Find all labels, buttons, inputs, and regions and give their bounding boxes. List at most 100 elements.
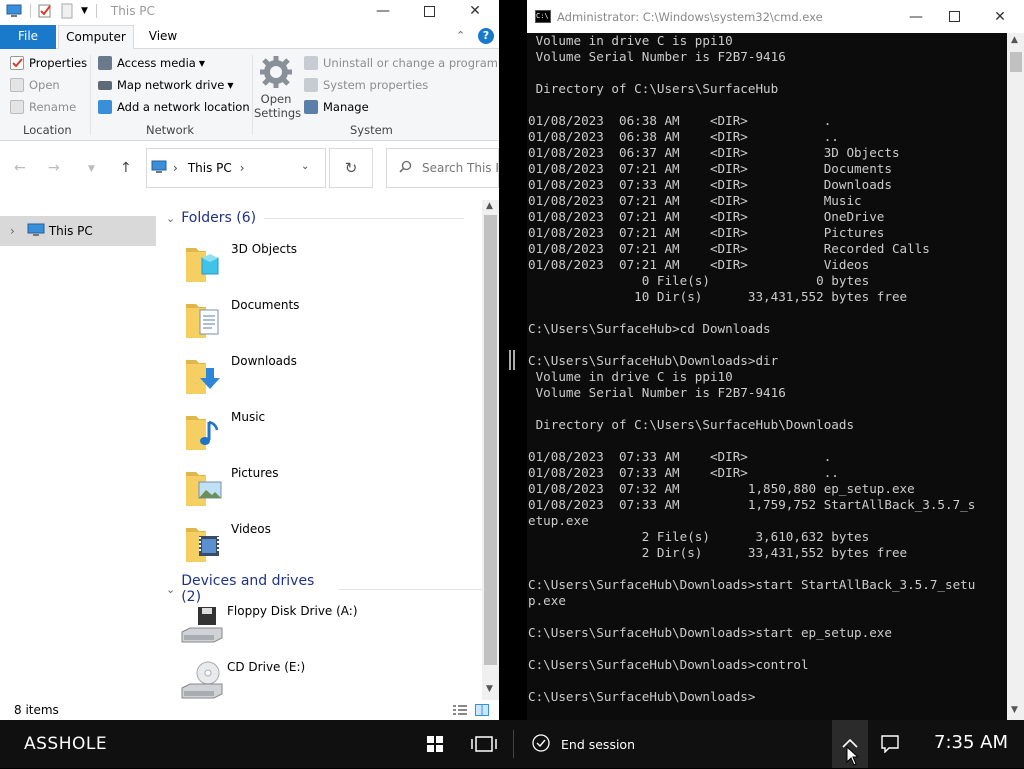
end-session-button[interactable]: End session <box>532 734 635 755</box>
start-windows-icon[interactable] <box>427 736 443 755</box>
taskbar-separator <box>513 730 514 758</box>
console-line: p.exe <box>528 593 566 608</box>
new-folder-quick-icon[interactable] <box>59 3 75 19</box>
details-view-icon[interactable] <box>452 703 468 720</box>
check-circle-icon <box>532 734 550 755</box>
forward-arrow-icon[interactable]: → <box>48 160 60 176</box>
window-title: This PC <box>110 4 155 18</box>
console-line: 01/08/2023 06:38 AM <DIR> .. <box>528 129 839 144</box>
cmd-title-bar[interactable]: C:\ Administrator: C:\Windows\system32\c… <box>527 0 1024 33</box>
group-divider <box>339 588 482 590</box>
ribbon-tabs: File Computer View ⌃ ? <box>0 25 499 50</box>
breadcrumb-location[interactable]: This PC <box>188 161 232 175</box>
split-handle-icon[interactable] <box>509 350 515 370</box>
folders-group-header[interactable]: ⌄ Folders (6) <box>166 210 465 226</box>
large-icons-view-icon[interactable] <box>474 703 490 720</box>
search-placeholder: Search This PC <box>422 161 498 175</box>
maximize-button[interactable] <box>406 0 452 22</box>
open-settings-button[interactable]: Open Settings <box>254 55 302 120</box>
scroll-down-arrow-icon[interactable]: ▼ <box>486 684 493 694</box>
tab-view[interactable]: View <box>140 25 186 49</box>
cd-drive-icon <box>180 660 223 700</box>
folder-item-music[interactable]: Music <box>184 406 464 454</box>
properties-label: Properties <box>29 56 88 70</box>
cmd-window-title: Administrator: C:\Windows\system32\cmd.e… <box>557 9 823 24</box>
uninstall-label: Uninstall or change a program <box>323 56 498 70</box>
task-view-icon[interactable] <box>471 736 497 755</box>
folder-item-videos[interactable]: Videos <box>184 518 464 566</box>
scroll-up-arrow-icon[interactable]: ▲ <box>1011 35 1018 45</box>
open-icon <box>10 78 24 92</box>
explorer-title-bar[interactable]: ▼ This PC — ✕ <box>0 0 499 22</box>
tab-file[interactable]: File <box>0 25 56 49</box>
open-settings-label-line2: Settings <box>254 106 302 120</box>
up-arrow-icon[interactable]: ↑ <box>120 160 132 176</box>
scroll-up-arrow-icon[interactable]: ▲ <box>486 201 493 211</box>
manage-button[interactable]: Manage <box>304 100 369 114</box>
back-arrow-icon[interactable]: ← <box>14 160 26 176</box>
console-line: 01/08/2023 07:33 AM 1,759,752 StartAllBa… <box>528 497 976 512</box>
add-network-location-button[interactable]: Add a network location <box>98 100 250 114</box>
search-input[interactable]: Search This PC <box>386 148 499 188</box>
folder-item-documents[interactable]: Documents <box>184 294 464 342</box>
folder-item-downloads[interactable]: Downloads <box>184 350 464 398</box>
chevron-down-icon: ⌄ <box>166 211 176 225</box>
console-line: 10 Dir(s) 33,431,552 bytes free <box>528 289 908 304</box>
nav-item-this-pc[interactable]: › This PC <box>0 216 156 246</box>
address-bar[interactable]: › This PC › ⌄ <box>146 148 326 188</box>
folder-item-3d-objects[interactable]: 3D Objects <box>184 238 464 286</box>
folder-name: Pictures <box>231 466 279 480</box>
folder-name: Documents <box>231 298 300 312</box>
media-icon <box>98 56 112 70</box>
cmd-close-button[interactable]: ✕ <box>977 0 1023 33</box>
refresh-button[interactable]: ↻ <box>329 148 373 188</box>
help-icon[interactable]: ? <box>478 28 494 44</box>
console-line: 01/08/2023 07:21 AM <DIR> Music <box>528 193 862 208</box>
folder-item-pictures[interactable]: Pictures <box>184 462 464 510</box>
rename-button[interactable]: Rename <box>10 100 76 114</box>
clock[interactable]: 7:35 AM <box>934 732 1008 753</box>
console-line: Directory of C:\Users\SurfaceHub\Downloa… <box>528 417 855 432</box>
address-dropdown-icon[interactable]: ⌄ <box>301 161 309 172</box>
uninstall-program-button[interactable]: Uninstall or change a program <box>304 56 498 70</box>
console-scrollbar-thumb[interactable] <box>1010 52 1022 72</box>
recent-locations-chevron-icon[interactable]: ▼ <box>88 164 95 174</box>
console-scrollbar[interactable]: ▲ ▼ <box>1007 33 1024 720</box>
split-divider[interactable] <box>499 0 527 720</box>
quick-access-dropdown-icon[interactable]: ▼ <box>81 6 88 16</box>
minimize-button[interactable]: — <box>360 0 406 22</box>
scrollbar-thumb[interactable] <box>484 215 497 665</box>
drive-name: Floppy Disk Drive (A:) <box>227 604 358 618</box>
console-output[interactable]: Volume in drive C is ppi10 Volume Serial… <box>527 33 1007 720</box>
folder-cube-3d-icon <box>184 242 220 282</box>
access-media-button[interactable]: Access media ▼ <box>98 56 205 70</box>
navigation-pane: › This PC <box>0 200 160 700</box>
file-explorer-window: ▼ This PC — ✕ File Computer View ⌃ ? Pro… <box>0 0 499 720</box>
close-button[interactable]: ✕ <box>452 0 498 22</box>
folder-download-arrow-icon <box>184 354 220 394</box>
access-media-label: Access media <box>117 56 196 70</box>
action-center-icon[interactable] <box>881 735 899 756</box>
ribbon-collapse-icon[interactable]: ⌃ <box>456 29 465 42</box>
open-label: Open <box>29 78 60 92</box>
network-location-icon <box>98 100 112 114</box>
system-properties-button[interactable]: System properties <box>304 78 428 92</box>
drive-item-floppy[interactable]: Floppy Disk Drive (A:) <box>180 600 460 648</box>
console-line: Volume in drive C is ppi10 <box>528 369 733 384</box>
properties-quick-icon[interactable] <box>37 3 53 19</box>
open-button[interactable]: Open <box>10 78 60 92</box>
folder-name: 3D Objects <box>231 242 298 256</box>
scroll-down-arrow-icon[interactable]: ▼ <box>1011 705 1018 715</box>
map-network-drive-button[interactable]: Map network drive ▼ <box>98 78 234 92</box>
status-bar: 8 items <box>0 700 499 720</box>
drive-item-cd[interactable]: CD Drive (E:) <box>180 656 460 704</box>
console-line: Volume in drive C is ppi10 <box>528 33 733 48</box>
tab-computer[interactable]: Computer <box>58 25 134 50</box>
cmd-maximize-button[interactable] <box>931 0 977 33</box>
properties-button[interactable]: Properties <box>10 56 87 70</box>
console-line: C:\Users\SurfaceHub\Downloads>start ep_s… <box>528 625 892 640</box>
